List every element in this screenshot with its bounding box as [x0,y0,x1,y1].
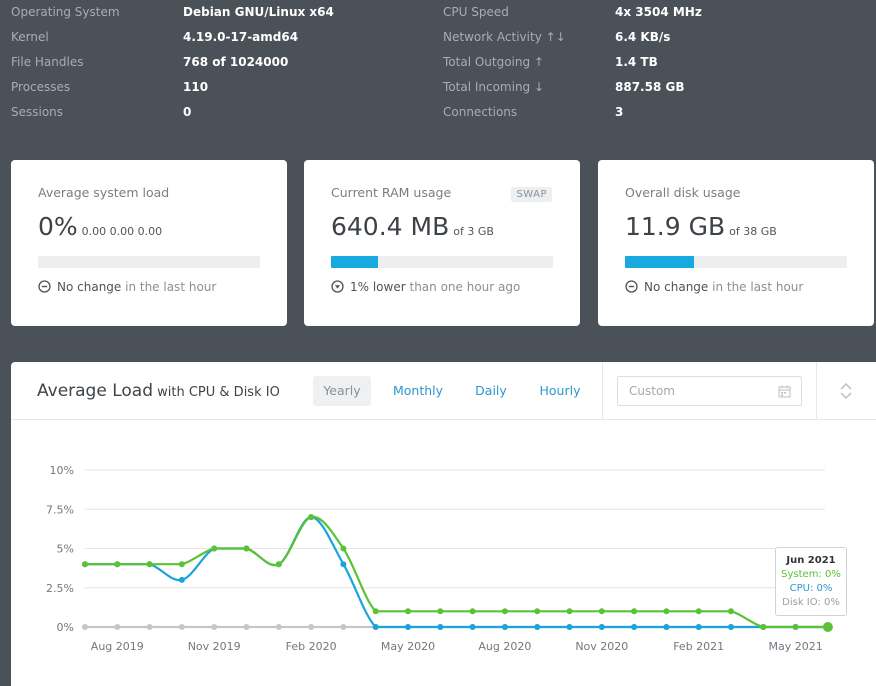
data-point-cpu [340,561,347,568]
data-point-system [663,608,670,615]
data-point-system [760,624,767,630]
data-point-cpu [178,576,185,583]
data-point-system [275,561,282,568]
data-point-cpu [663,624,670,630]
data-point-cpu [469,624,476,630]
data-point-system [372,608,379,615]
data-point-disk-io [243,624,250,630]
data-point-cpu [598,624,605,630]
data-point-system [178,561,185,568]
data-point-system [598,608,605,615]
data-point-cpu [534,624,541,630]
data-point-system [501,608,508,615]
data-point-cpu [631,624,638,630]
x-tick-label: May 2021 [768,640,822,653]
data-point-disk-io [340,624,347,630]
tooltip-disk: Disk IO: 0% [782,597,840,608]
data-point-disk-io [114,624,121,630]
data-point-cpu [695,624,702,630]
data-point-system [211,545,218,552]
data-point-system [695,608,702,615]
data-point-cpu [405,624,411,630]
data-point-cpu [372,624,379,630]
series-line-system [85,515,828,629]
x-tick-label: Feb 2020 [286,640,337,653]
x-tick-label: May 2020 [381,640,435,653]
x-tick-label: Nov 2020 [575,640,628,653]
data-point-system [534,608,541,615]
data-point-cpu [437,624,444,630]
y-tick-label: 5% [57,543,74,556]
data-point-disk-io [275,624,282,630]
x-tick-label: Feb 2021 [673,640,724,653]
data-point-disk-io [178,624,185,630]
y-tick-label: 7.5% [46,503,74,516]
data-point-system [469,608,476,615]
data-point-system [728,608,734,615]
data-point-cpu [566,624,573,630]
data-point-system [340,545,347,552]
tooltip-title: Jun 2021 [786,555,836,566]
data-point-system [437,608,444,615]
data-point-cpu [728,624,734,630]
data-point-disk-io [82,624,88,630]
data-point-system [631,608,638,615]
data-point-system [822,622,833,632]
tooltip-cpu: CPU: 0% [789,583,833,594]
data-point-system [405,608,411,615]
y-tick-label: 10% [50,464,74,477]
data-point-disk-io [211,624,218,630]
data-point-disk-io [146,624,153,630]
x-tick-label: Aug 2019 [91,640,144,653]
chart-tooltip: Jun 2021 System: 0% CPU: 0% Disk IO: 0% [775,547,847,616]
data-point-system [566,608,573,615]
data-point-system [82,561,88,568]
data-point-cpu [501,624,508,630]
data-point-disk-io [308,624,315,630]
y-tick-label: 2.5% [46,582,74,595]
y-tick-label: 0% [57,621,74,634]
data-point-system [308,514,315,521]
data-point-system [146,561,153,568]
x-tick-label: Aug 2020 [478,640,531,653]
x-tick-label: Nov 2019 [188,640,241,653]
data-point-system [243,545,250,552]
data-point-system [792,624,799,630]
tooltip-system: System: 0% [781,569,841,580]
data-point-system [114,561,121,568]
average-load-chart: 0% 2.5% 5% 7.5% 10% Aug 2019 Nov 2019 Feb 2020 M… [46,464,833,653]
